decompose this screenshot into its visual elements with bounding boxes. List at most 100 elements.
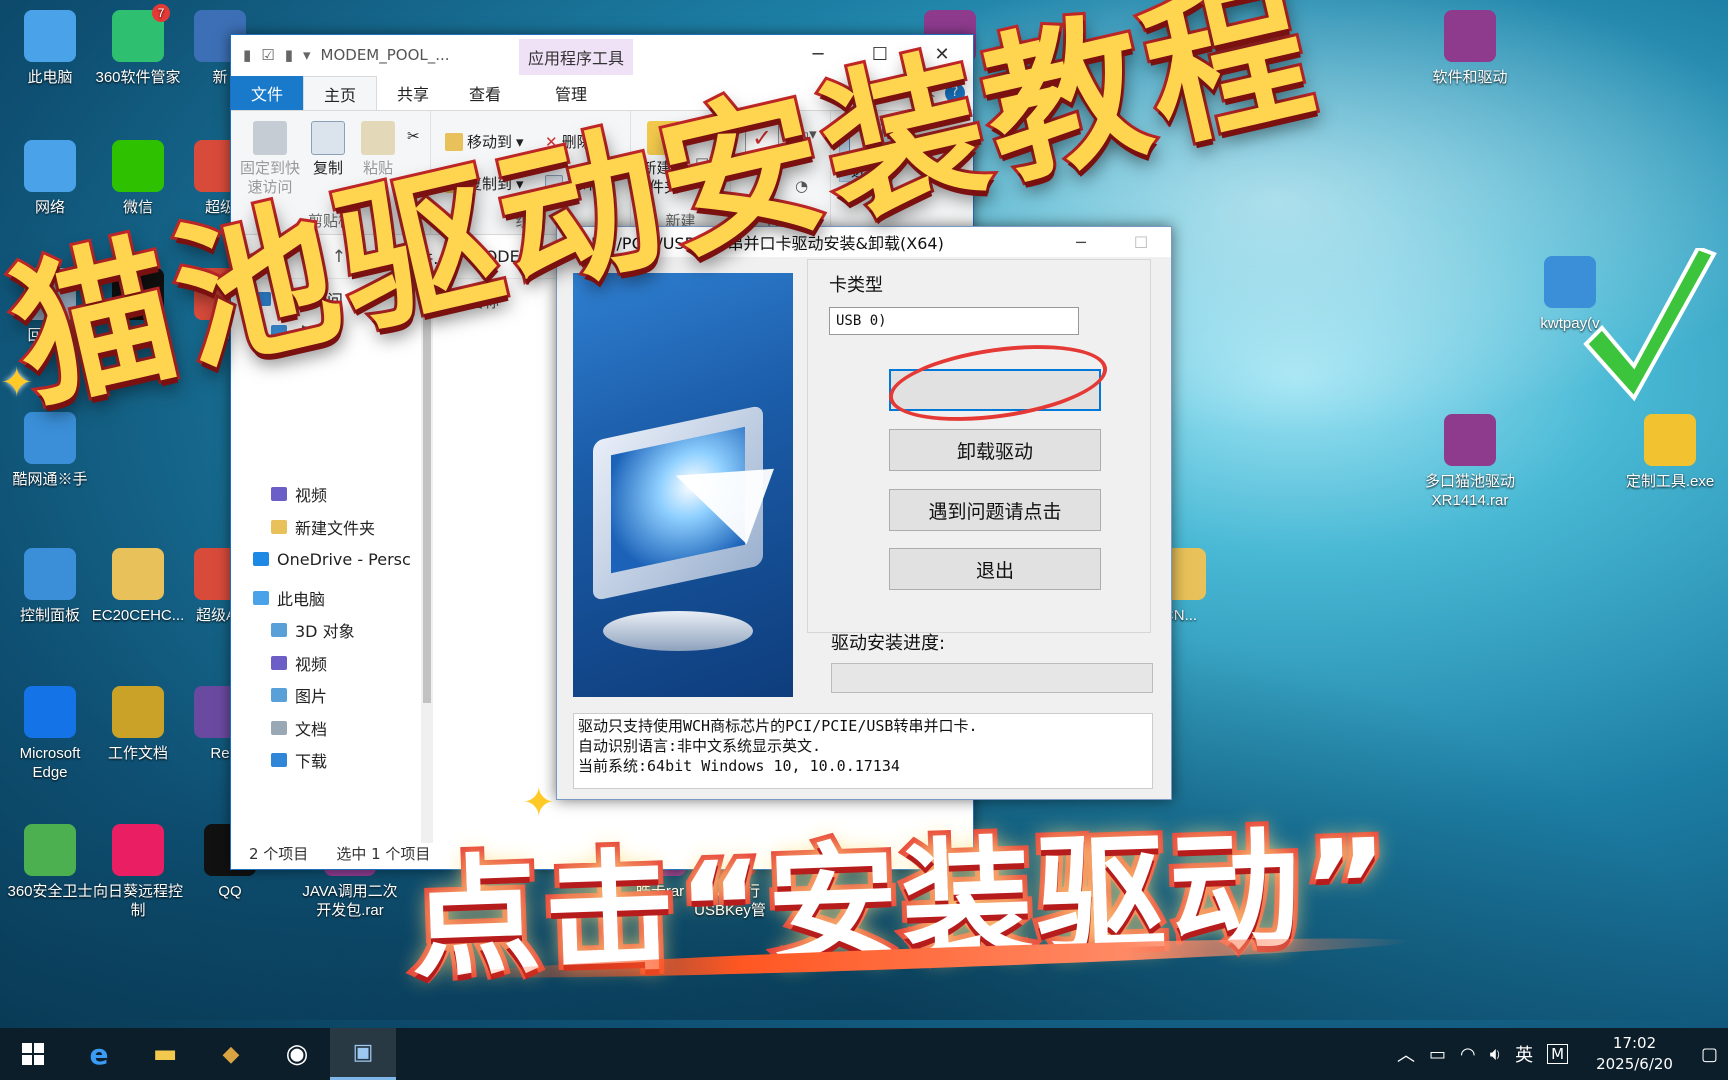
exit-button[interactable]: 退出 [889,548,1101,590]
desktop-item-icon [112,824,164,876]
card-type-select[interactable]: USB 0) [829,307,1079,335]
dropdown-icon[interactable]: ▾ [303,46,311,64]
obs-icon: ◉ [285,1039,309,1069]
tab-share[interactable]: 共享 [377,76,449,110]
nav-item-label: 视频 [295,654,328,674]
desktop-icon[interactable]: 360安全卫士 [0,824,100,901]
desktop-icon-label: 360安全卫士 [7,883,93,900]
notifications-icon[interactable]: ▢ [1701,1044,1718,1065]
desktop-icon-label: 控制面板 [19,607,80,624]
clock-date: 2025/6/20 [1596,1055,1673,1073]
scrollbar-thumb[interactable] [423,303,431,703]
sparkle-icon: ✦ [522,780,556,826]
desktop-item-icon [24,824,76,876]
desktop-icon[interactable]: 定制工具.exe [1620,414,1720,491]
uninstall-driver-button[interactable]: 卸载驱动 [889,429,1101,471]
folder-icon: ▮ [284,46,293,64]
start-button[interactable] [0,1028,66,1080]
window-title: MODEM_POOL_... [320,46,450,64]
desktop-item-icon [112,686,164,738]
nav-item-label: 3D 对象 [295,622,355,642]
nav-item[interactable]: 3D 对象 [231,614,421,647]
nav-item-icon [271,519,287,534]
tab-file[interactable]: 文件 [231,76,303,110]
item-count: 2 个项目 [249,844,309,863]
desktop-item-icon [112,548,164,600]
quick-access-toolbar: ▮ ☑ ▮ ▾ [231,46,311,64]
checkmark-icon [1583,248,1717,402]
nav-item[interactable]: OneDrive - Persc [231,543,421,576]
desktop-item-icon: 7 [112,4,170,62]
checkbox-icon[interactable]: ☑ [261,46,274,64]
network-tool-icon: ◆ [222,1041,240,1067]
windows-icon [22,1043,44,1065]
nav-item-icon [271,623,287,638]
taskbar-file-explorer[interactable]: ▬ [132,1028,198,1080]
ime-indicator[interactable]: 英 [1515,1041,1533,1067]
nav-item[interactable]: 图片 [231,679,421,712]
desktop-icon-label: 软件和驱动 [1432,69,1508,86]
nav-item-label: 文档 [295,719,328,739]
card-type-label: 卡类型 [829,275,883,296]
battery-icon[interactable]: ▭ [1429,1044,1446,1065]
desktop-item-icon [24,686,76,738]
driver-installer-dialog[interactable]: PCI/PCIe/USB转多串并口卡驱动安装&卸载(X64) ─ ☐ 卡类型 U… [556,226,1172,800]
taskbar: e ▬ ◆ ◉ ▣ ︿ ▭ ◠ 🔉︎ 英 M 17:02 2025/6/20 ▢ [0,1028,1728,1080]
show-hidden-icons[interactable]: ︿ [1397,1041,1415,1067]
desktop-item-icon [24,10,76,62]
taskbar-driver-installer[interactable]: ▣ [330,1028,396,1080]
desktop-icon-label: QQ [218,883,242,900]
clock[interactable]: 17:02 2025/6/20 [1596,1033,1673,1075]
installer-icon: ▣ [352,1040,374,1065]
taskbar-edge[interactable]: e [66,1028,132,1080]
nav-item[interactable]: 视频 [231,647,421,680]
minimize-icon[interactable]: ─ [1051,227,1111,257]
context-tab-app-tools[interactable]: 应用程序工具 [519,39,633,75]
desktop-icon-label: 此电脑 [27,69,73,86]
nav-item-icon [253,552,269,567]
desktop-icon-label: 酷网通※手 [12,471,88,488]
desktop-icon[interactable]: 软件和驱动 [1420,10,1520,87]
taskbar-obs[interactable]: ◉ [264,1028,330,1080]
help-button[interactable]: 遇到问题请点击 [889,489,1101,531]
desktop-icon-label: 向日葵远程控制 [92,883,183,919]
desktop-icon-label: 多口猫池驱动XR1414.rar [1424,473,1515,509]
nav-item[interactable]: 此电脑 [231,582,421,615]
desktop-item-icon [24,140,76,192]
nav-item-label: OneDrive - Persc [277,549,411,569]
info-log: 驱动只支持使用WCH商标芯片的PCI/PCIE/USB转串并口卡. 自动识别语言… [573,713,1153,789]
desktop-icon[interactable]: Microsoft Edge [0,686,100,782]
monitor-base [603,611,753,651]
desktop-icon[interactable]: 向日葵远程控制 [88,824,188,920]
edge-icon: e [89,1037,109,1071]
desktop-icon-label: JAVA调用二次开发包.rar [302,883,398,919]
clock-time: 17:02 [1612,1034,1657,1052]
folder-icon: ▮ [243,46,252,64]
volume-icon[interactable]: 🔉︎ [1490,1044,1501,1065]
desktop-item-icon [1644,414,1696,466]
tab-home[interactable]: 主页 [303,76,378,110]
desktop-icon[interactable]: 控制面板 [0,548,100,625]
nav-item[interactable]: 新建文件夹 [231,511,421,544]
system-tray: ︿ ▭ ◠ 🔉︎ 英 M 17:02 2025/6/20 ▢ [1397,1028,1728,1080]
dialog-window-controls: ─ ☐ [1051,227,1171,257]
nav-scrollbar[interactable] [421,283,433,843]
taskbar-network-tool[interactable]: ◆ [198,1028,264,1080]
nav-item-label: 下载 [295,752,328,772]
maximize-icon[interactable]: ☐ [1111,227,1171,257]
nav-item-icon [253,590,269,605]
desktop-item-icon [24,548,76,600]
nav-item[interactable]: 下载 [231,744,421,777]
desktop-icon[interactable]: 多口猫池驱动XR1414.rar [1420,414,1520,510]
sparkle-icon: ✦ [0,360,34,406]
ime-mode-indicator[interactable]: M [1547,1044,1569,1064]
nav-item-label: 视频 [295,486,328,506]
desktop-icon[interactable]: 此电脑 [0,10,100,87]
wifi-icon[interactable]: ◠ [1460,1044,1476,1065]
folder-icon: ▬ [152,1039,178,1069]
nav-item-icon [271,487,287,502]
desktop-icon-label: 定制工具.exe [1625,473,1715,490]
nav-item[interactable]: 文档 [231,712,421,745]
nav-item-label: 此电脑 [277,589,326,609]
nav-item[interactable]: 视频 [231,478,421,511]
